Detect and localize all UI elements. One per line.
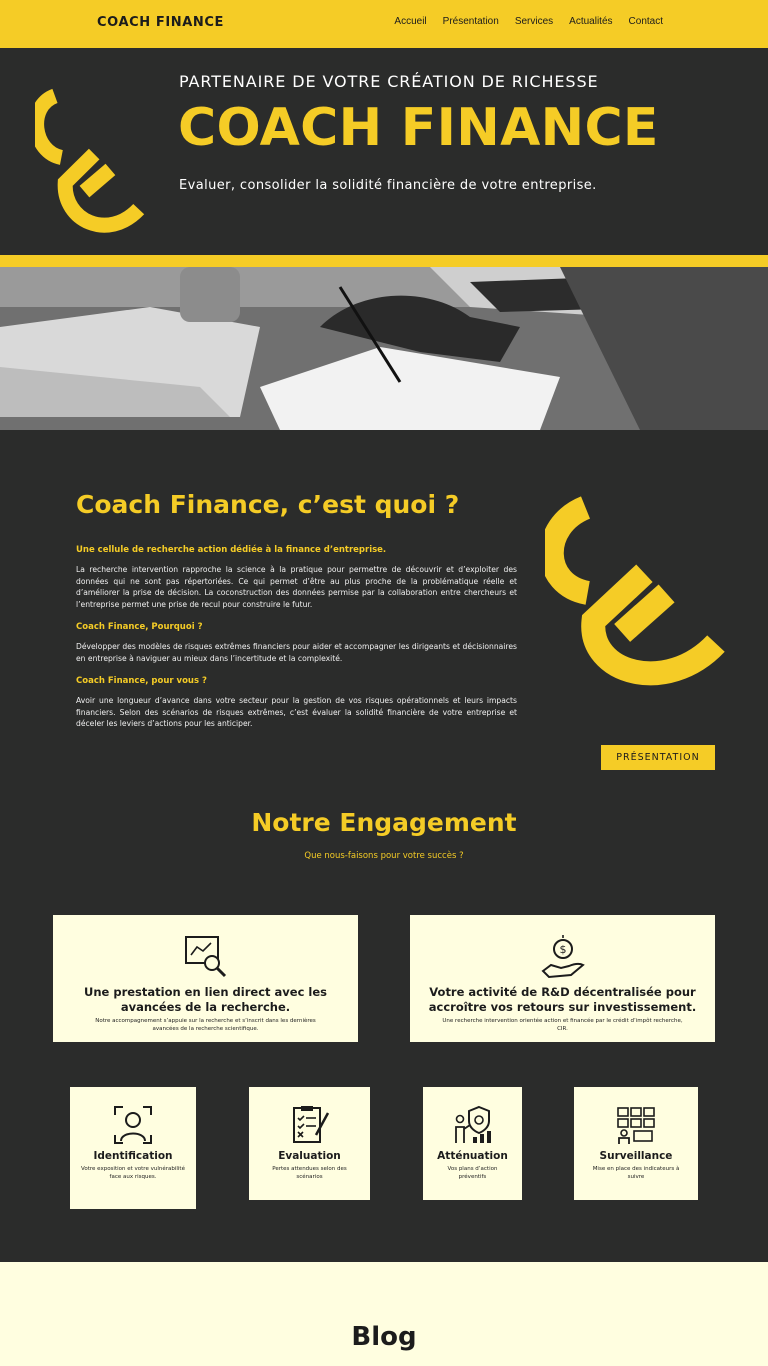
hero-title: COACH FINANCE bbox=[178, 98, 659, 158]
workspace-photo-illustration bbox=[0, 267, 768, 430]
coach-finance-large-logo-icon bbox=[545, 496, 725, 686]
card-text: Mise en place des indicateurs à suivre bbox=[592, 1166, 680, 1180]
blog-section: Blog bbox=[0, 1262, 768, 1366]
brand-logo-text[interactable]: COACH FINANCE bbox=[97, 15, 224, 30]
hero-subtitle: Evaluer, consolider la solidité financiè… bbox=[179, 178, 597, 193]
card-text: Pertes attendues selon des scénarios bbox=[272, 1166, 347, 1180]
shield-presenter-icon bbox=[454, 1105, 491, 1143]
svg-text:$: $ bbox=[559, 943, 566, 956]
card-title: Surveillance bbox=[599, 1150, 673, 1162]
blog-title: Blog bbox=[351, 1322, 417, 1352]
card-title: Votre activité de R&D décentralisée pour… bbox=[428, 985, 697, 1014]
nav-actualites[interactable]: Actualités bbox=[569, 16, 612, 27]
workspace-photo bbox=[0, 267, 768, 430]
card-text: Une recherche intervention orientée acti… bbox=[442, 1018, 683, 1032]
coach-finance-logo-icon bbox=[35, 88, 145, 233]
card-title: Evaluation bbox=[278, 1150, 341, 1162]
engagement-card-surveillance: Surveillance Mise en place des indicateu… bbox=[574, 1087, 698, 1200]
about-paragraph-2: Développer des modèles de risques extrêm… bbox=[76, 642, 517, 663]
hero-section: PARTENAIRE DE VOTRE CRÉATION DE RICHESSE… bbox=[0, 48, 768, 255]
card-title: Identification bbox=[93, 1150, 173, 1162]
about-title: Coach Finance, c’est quoi ? bbox=[76, 490, 460, 519]
clipboard-checklist-icon bbox=[292, 1106, 329, 1143]
engagement-card-attenuation: Atténuation Vos plans d’action préventif… bbox=[423, 1087, 522, 1200]
nav-services[interactable]: Services bbox=[515, 16, 553, 27]
about-heading-1: Une cellule de recherche action dédiée à… bbox=[76, 545, 387, 555]
engagement-card-rd: $ Votre activité de R&D décentralisée po… bbox=[410, 915, 715, 1042]
nav-accueil[interactable]: Accueil bbox=[394, 16, 426, 27]
engagement-title: Notre Engagement bbox=[251, 808, 517, 837]
about-paragraph-3: Avoir une longueur d’avance dans votre s… bbox=[76, 696, 517, 728]
top-navbar: COACH FINANCE Accueil Présentation Servi… bbox=[0, 0, 768, 48]
card-text: Notre accompagnement s’appuie sur la rec… bbox=[95, 1018, 316, 1032]
card-text: Votre exposition et votre vulnérabilité … bbox=[81, 1166, 185, 1180]
about-heading-2: Coach Finance, Pourquoi ? bbox=[76, 622, 203, 632]
hero-tagline: PARTENAIRE DE VOTRE CRÉATION DE RICHESSE bbox=[179, 72, 599, 91]
about-heading-3: Coach Finance, pour vous ? bbox=[76, 676, 207, 686]
presentation-button[interactable]: PRÉSENTATION bbox=[601, 745, 715, 770]
card-title: Atténuation bbox=[437, 1150, 508, 1162]
nav-contact[interactable]: Contact bbox=[629, 16, 663, 27]
engagement-card-evaluation: Evaluation Pertes attendues selon des sc… bbox=[249, 1087, 370, 1200]
card-text: Vos plans d’action préventifs bbox=[447, 1166, 498, 1180]
card-title: Une prestation en lien direct avec les a… bbox=[84, 985, 327, 1014]
face-scan-icon bbox=[114, 1106, 152, 1144]
main-nav: Accueil Présentation Services Actualités… bbox=[394, 16, 663, 27]
hand-coin-icon: $ bbox=[540, 935, 585, 979]
about-paragraph-1: La recherche intervention rapproche la s… bbox=[76, 565, 517, 609]
yellow-divider bbox=[0, 255, 768, 267]
monitoring-dashboard-icon bbox=[617, 1107, 655, 1144]
engagement-card-research: Une prestation en lien direct avec les a… bbox=[53, 915, 358, 1042]
engagement-subtitle: Que nous-faisons pour votre succès ? bbox=[304, 851, 464, 861]
nav-presentation[interactable]: Présentation bbox=[443, 16, 499, 27]
engagement-card-identification: Identification Votre exposition et votre… bbox=[70, 1087, 196, 1209]
research-chart-magnifier-icon bbox=[184, 936, 226, 978]
